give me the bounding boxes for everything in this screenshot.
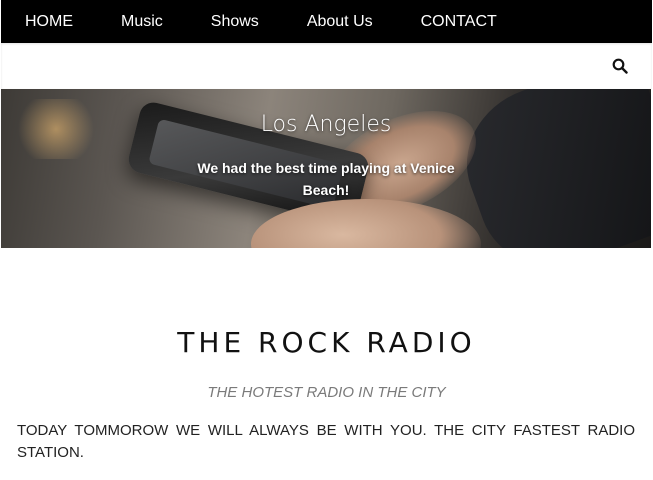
site-title: THE ROCK RADIO — [177, 326, 476, 359]
hero-caption: We had the best time playing at Venice B… — [197, 160, 455, 198]
nav-music[interactable]: Music — [121, 0, 163, 43]
nav-about-us[interactable]: About Us — [307, 0, 373, 43]
search-icon[interactable] — [612, 58, 628, 74]
site-tagline: THE HOTEST RADIO IN THE CITY — [207, 384, 446, 401]
search-bar — [1, 43, 652, 89]
nav-home[interactable]: HOME — [25, 0, 73, 43]
nav-shows[interactable]: Shows — [211, 0, 259, 43]
hero-title: Los Angeles — [260, 112, 392, 137]
nav-contact[interactable]: CONTACT — [421, 0, 497, 43]
intro-text: TODAY TOMMOROW WE WILL ALWAYS BE WITH YO… — [17, 422, 635, 461]
hero-banner: Los Angeles We had the best time playing… — [1, 89, 651, 248]
top-navigation: HOME Music Shows About Us CONTACT — [1, 0, 652, 43]
